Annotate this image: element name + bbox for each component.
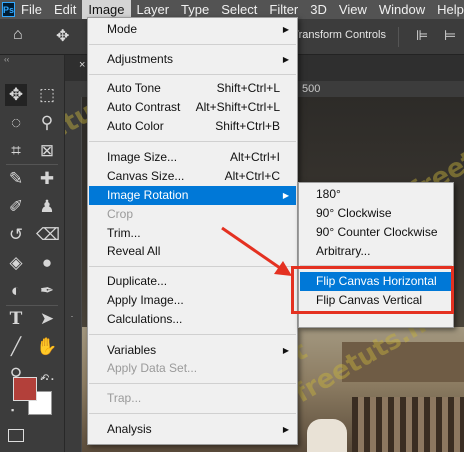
- annotation-arrow-icon: [221, 226, 292, 276]
